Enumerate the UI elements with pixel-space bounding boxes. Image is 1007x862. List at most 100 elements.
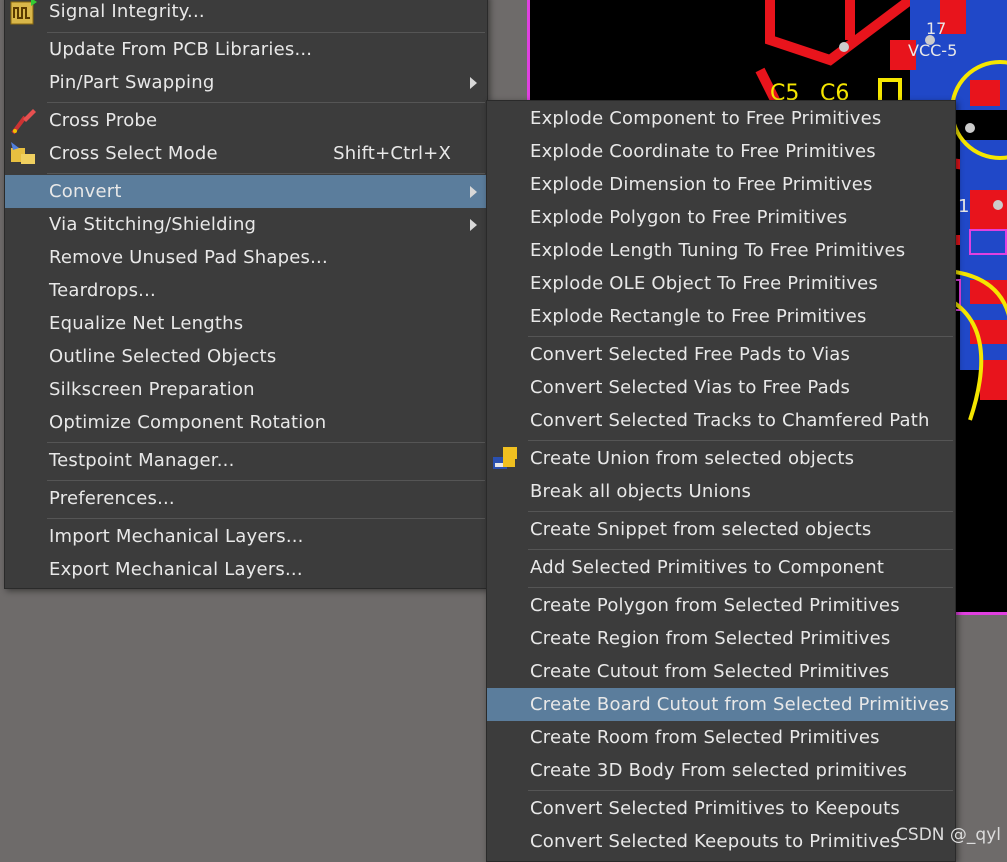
separator bbox=[528, 336, 953, 337]
menu-item-remove-unused-pad-shapes[interactable]: Remove Unused Pad Shapes... bbox=[5, 241, 487, 274]
menu-item-optimize-component-rotation[interactable]: Optimize Component Rotation bbox=[5, 406, 487, 439]
separator bbox=[47, 102, 485, 103]
menu-label: Silkscreen Preparation bbox=[49, 379, 255, 400]
menu-label: Explode Dimension to Free Primitives bbox=[530, 174, 873, 195]
submenu-item-explode-polygon[interactable]: Explode Polygon to Free Primitives bbox=[487, 201, 955, 234]
separator bbox=[47, 480, 485, 481]
submenu-item-create-room[interactable]: Create Room from Selected Primitives bbox=[487, 721, 955, 754]
convert-submenu: Explode Component to Free Primitives Exp… bbox=[486, 100, 956, 862]
submenu-item-create-cutout[interactable]: Create Cutout from Selected Primitives bbox=[487, 655, 955, 688]
menu-label: Explode Polygon to Free Primitives bbox=[530, 207, 848, 228]
submenu-item-convert-tracks-to-chamfered[interactable]: Convert Selected Tracks to Chamfered Pat… bbox=[487, 404, 955, 437]
submenu-item-create-region[interactable]: Create Region from Selected Primitives bbox=[487, 622, 955, 655]
tools-menu: Signal Integrity... Update From PCB Libr… bbox=[4, 0, 488, 589]
submenu-item-create-snippet[interactable]: Create Snippet from selected objects bbox=[487, 513, 955, 546]
submenu-item-explode-ole-object[interactable]: Explode OLE Object To Free Primitives bbox=[487, 267, 955, 300]
menu-label: Optimize Component Rotation bbox=[49, 412, 327, 433]
submenu-item-create-union[interactable]: Create Union from selected objects bbox=[487, 442, 955, 475]
menu-item-via-stitching-shielding[interactable]: Via Stitching/Shielding bbox=[5, 208, 487, 241]
menu-label: Via Stitching/Shielding bbox=[49, 214, 257, 235]
menu-label: Explode Rectangle to Free Primitives bbox=[530, 306, 867, 327]
submenu-item-break-unions[interactable]: Break all objects Unions bbox=[487, 475, 955, 508]
menu-item-convert[interactable]: Convert bbox=[5, 175, 487, 208]
menu-label: Create Room from Selected Primitives bbox=[530, 727, 880, 748]
submenu-item-convert-to-keepouts[interactable]: Convert Selected Primitives to Keepouts bbox=[487, 792, 955, 825]
submenu-item-convert-keepouts-to-primitives[interactable]: Convert Selected Keepouts to Primitives bbox=[487, 825, 955, 858]
submenu-item-explode-component[interactable]: Explode Component to Free Primitives bbox=[487, 102, 955, 135]
separator bbox=[528, 790, 953, 791]
menu-label: Cross Probe bbox=[49, 110, 158, 131]
menu-label: Teardrops... bbox=[49, 280, 156, 301]
menu-label: Remove Unused Pad Shapes... bbox=[49, 247, 328, 268]
submenu-item-convert-pads-to-vias[interactable]: Convert Selected Free Pads to Vias bbox=[487, 338, 955, 371]
submenu-item-explode-rectangle[interactable]: Explode Rectangle to Free Primitives bbox=[487, 300, 955, 333]
separator bbox=[47, 442, 485, 443]
menu-label: Convert bbox=[49, 181, 122, 202]
menu-item-update-from-pcb-libraries[interactable]: Update From PCB Libraries... bbox=[5, 33, 487, 66]
submenu-item-explode-dimension[interactable]: Explode Dimension to Free Primitives bbox=[487, 168, 955, 201]
menu-item-cross-probe[interactable]: Cross Probe bbox=[5, 104, 487, 137]
separator bbox=[528, 440, 953, 441]
menu-item-pin-part-swapping[interactable]: Pin/Part Swapping bbox=[5, 66, 487, 99]
menu-item-export-mechanical-layers[interactable]: Export Mechanical Layers... bbox=[5, 553, 487, 586]
menu-label: Update From PCB Libraries... bbox=[49, 39, 313, 60]
menu-label: Create Polygon from Selected Primitives bbox=[530, 595, 900, 616]
pcb-label-pin-17: 17 bbox=[926, 19, 946, 38]
separator bbox=[47, 518, 485, 519]
menu-item-import-mechanical-layers[interactable]: Import Mechanical Layers... bbox=[5, 520, 487, 553]
menu-item-signal-integrity[interactable]: Signal Integrity... bbox=[5, 0, 487, 28]
menu-label: Import Mechanical Layers... bbox=[49, 526, 304, 547]
menu-label: Cross Select Mode bbox=[49, 143, 218, 164]
menu-item-silkscreen-preparation[interactable]: Silkscreen Preparation bbox=[5, 373, 487, 406]
menu-label: Create Cutout from Selected Primitives bbox=[530, 661, 890, 682]
menu-label: Break all objects Unions bbox=[530, 481, 752, 502]
menu-label: Create Union from selected objects bbox=[530, 448, 855, 469]
menu-label: Convert Selected Tracks to Chamfered Pat… bbox=[530, 410, 930, 431]
cross-probe-icon bbox=[11, 109, 36, 135]
menu-item-preferences[interactable]: Preferences... bbox=[5, 482, 487, 515]
menu-label: Add Selected Primitives to Component bbox=[530, 557, 885, 578]
submenu-item-explode-coordinate[interactable]: Explode Coordinate to Free Primitives bbox=[487, 135, 955, 168]
pcb-label-1: 1 bbox=[958, 196, 969, 217]
cross-select-icon bbox=[11, 142, 35, 164]
menu-label: Explode Coordinate to Free Primitives bbox=[530, 141, 876, 162]
menu-item-testpoint-manager[interactable]: Testpoint Manager... bbox=[5, 444, 487, 477]
menu-label: Convert Selected Free Pads to Vias bbox=[530, 344, 851, 365]
menu-label: Export Mechanical Layers... bbox=[49, 559, 303, 580]
menu-label: Testpoint Manager... bbox=[49, 450, 235, 471]
menu-label: Convert Selected Vias to Free Pads bbox=[530, 377, 851, 398]
menu-item-cross-select-mode[interactable]: Cross Select Mode Shift+Ctrl+X bbox=[5, 137, 487, 170]
shortcut-text: Shift+Ctrl+X bbox=[333, 143, 451, 164]
signal-integrity-icon bbox=[10, 0, 37, 25]
menu-label: Create Snippet from selected objects bbox=[530, 519, 872, 540]
submenu-item-add-primitives-to-component[interactable]: Add Selected Primitives to Component bbox=[487, 551, 955, 584]
separator bbox=[528, 549, 953, 550]
submenu-arrow-icon bbox=[470, 219, 477, 231]
menu-label: Explode Component to Free Primitives bbox=[530, 108, 882, 129]
menu-item-teardrops[interactable]: Teardrops... bbox=[5, 274, 487, 307]
menu-label: Create Board Cutout from Selected Primit… bbox=[530, 694, 950, 715]
menu-label: Pin/Part Swapping bbox=[49, 72, 215, 93]
menu-item-outline-selected-objects[interactable]: Outline Selected Objects bbox=[5, 340, 487, 373]
menu-label: Explode Length Tuning To Free Primitives bbox=[530, 240, 906, 261]
union-icon bbox=[493, 447, 517, 469]
submenu-item-create-3d-body[interactable]: Create 3D Body From selected primitives bbox=[487, 754, 955, 787]
menu-label: Create 3D Body From selected primitives bbox=[530, 760, 908, 781]
pcb-label-vcc-5: VCC-5 bbox=[908, 41, 957, 60]
menu-item-equalize-net-lengths[interactable]: Equalize Net Lengths bbox=[5, 307, 487, 340]
separator bbox=[528, 511, 953, 512]
submenu-arrow-icon bbox=[470, 77, 477, 89]
menu-label: Signal Integrity... bbox=[49, 1, 205, 22]
menu-label: Preferences... bbox=[49, 488, 175, 509]
submenu-item-create-polygon[interactable]: Create Polygon from Selected Primitives bbox=[487, 589, 955, 622]
separator bbox=[47, 173, 485, 174]
submenu-item-create-board-cutout[interactable]: Create Board Cutout from Selected Primit… bbox=[487, 688, 955, 721]
separator bbox=[528, 587, 953, 588]
menu-label: Convert Selected Keepouts to Primitives bbox=[530, 831, 900, 852]
menu-label: Outline Selected Objects bbox=[49, 346, 277, 367]
menu-label: Explode OLE Object To Free Primitives bbox=[530, 273, 878, 294]
submenu-arrow-icon bbox=[470, 186, 477, 198]
watermark: CSDN @_qyl bbox=[896, 825, 1001, 845]
submenu-item-convert-vias-to-pads[interactable]: Convert Selected Vias to Free Pads bbox=[487, 371, 955, 404]
submenu-item-explode-length-tuning[interactable]: Explode Length Tuning To Free Primitives bbox=[487, 234, 955, 267]
